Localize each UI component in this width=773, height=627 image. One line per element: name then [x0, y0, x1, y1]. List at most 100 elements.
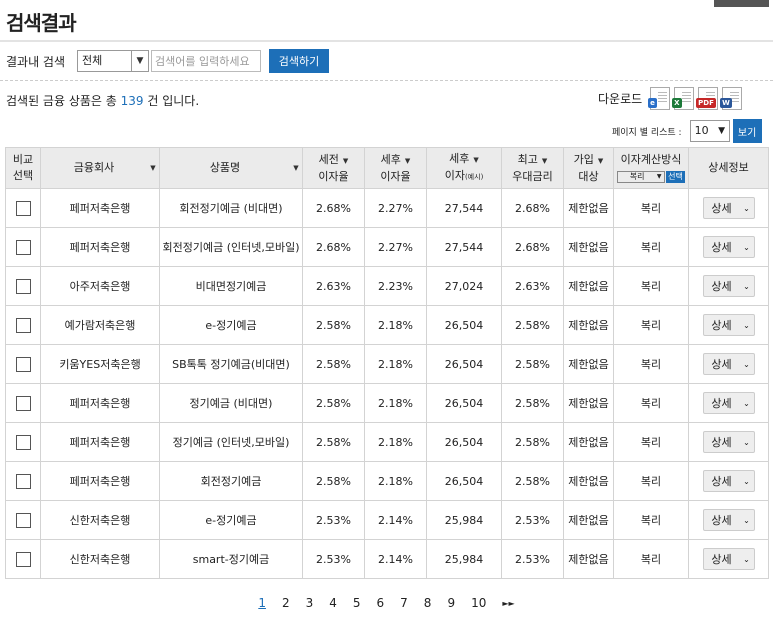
detail-cell: 상세 ⌄: [688, 344, 769, 384]
detail-select[interactable]: 상세 ⌄: [702, 509, 755, 531]
post-tax-interest-cell: 27,544: [426, 188, 502, 228]
per-page-select[interactable]: 10 ▼: [689, 120, 730, 142]
chevron-down-icon: ⌄: [743, 554, 750, 564]
compare-cell: [5, 383, 41, 423]
top-menu-edge[interactable]: [714, 0, 769, 7]
product-cell: e-정기예금: [159, 500, 303, 540]
table-header-row: 비교 선택 금융회사 ▼ 상품명 ▼ 세전 ▼ 이자율 세후 ▼ 이자율 세후 ▼ 이자(예시) …: [5, 147, 769, 189]
excel-icon[interactable]: X: [672, 87, 695, 110]
post-tax-rate-cell: 2.14%: [364, 500, 427, 540]
page-link[interactable]: 7: [400, 596, 408, 612]
chevron-down-icon: ⌄: [743, 242, 750, 252]
compare-checkbox[interactable]: [15, 200, 31, 216]
post-tax-rate-cell: 2.18%: [364, 422, 427, 462]
detail-select[interactable]: 상세 ⌄: [702, 197, 755, 219]
sort-icon: ▼: [150, 164, 156, 172]
post-tax-interest-cell: 25,984: [426, 500, 502, 540]
detail-select[interactable]: 상세 ⌄: [702, 392, 755, 414]
chevron-down-icon: ⌄: [743, 437, 750, 447]
page-link[interactable]: 8: [424, 596, 432, 612]
detail-select[interactable]: 상세 ⌄: [702, 548, 755, 570]
header-post-tax-rate[interactable]: 세후 ▼ 이자율: [364, 147, 427, 189]
compare-checkbox[interactable]: [15, 473, 31, 489]
compare-checkbox[interactable]: [15, 551, 31, 567]
header-pre-tax-rate[interactable]: 세전 ▼ 이자율: [302, 147, 365, 189]
header-max-rate[interactable]: 최고 ▼ 우대금리: [501, 147, 564, 189]
compare-checkbox[interactable]: [15, 395, 31, 411]
compare-checkbox[interactable]: [15, 512, 31, 528]
compare-cell: [5, 344, 41, 384]
word-icon[interactable]: W: [720, 87, 743, 110]
sort-icon: ▼: [597, 156, 604, 165]
page-link[interactable]: 9: [447, 596, 455, 612]
table-row: 페퍼저축은행 정기예금 (비대면) 2.58% 2.18% 26,504 2.58% 제한없…: [5, 383, 769, 423]
ie-html-icon[interactable]: e: [648, 87, 671, 110]
compare-checkbox[interactable]: [15, 239, 31, 255]
compare-checkbox[interactable]: [15, 317, 31, 333]
view-button[interactable]: 보기: [732, 119, 762, 143]
post-tax-rate-cell: 2.18%: [364, 383, 427, 423]
table-row: 신한저축은행 smart-정기예금 2.53% 2.14% 25,984 2.53% 제한없…: [5, 539, 769, 579]
page-link[interactable]: 3: [306, 596, 314, 612]
chevron-down-icon: ⌄: [743, 281, 750, 291]
product-cell: e-정기예금: [159, 305, 303, 345]
page-link[interactable]: 10: [471, 596, 486, 612]
header-company[interactable]: 금융회사 ▼: [40, 147, 160, 189]
pre-tax-rate-cell: 2.63%: [302, 266, 365, 306]
pre-tax-rate-cell: 2.58%: [302, 422, 365, 462]
header-post-tax-interest[interactable]: 세후 ▼ 이자(예시): [426, 147, 502, 189]
table-row: 키움YES저축은행 SB톡톡 정기예금(비대면) 2.58% 2.18% 26,504 2…: [5, 344, 769, 384]
page-link[interactable]: 5: [353, 596, 361, 612]
max-rate-cell: 2.53%: [501, 539, 564, 579]
search-button[interactable]: 검색하기: [269, 49, 330, 73]
detail-cell: 상세 ⌄: [688, 305, 769, 345]
post-tax-interest-cell: 26,504: [426, 422, 502, 462]
result-count: 검색된 금융 상품은 총 139 건 입니다.: [6, 94, 200, 108]
max-rate-cell: 2.68%: [501, 188, 564, 228]
post-tax-interest-cell: 26,504: [426, 305, 502, 345]
post-tax-rate-cell: 2.27%: [364, 227, 427, 267]
detail-select[interactable]: 상세 ⌄: [702, 431, 755, 453]
table-row: 페퍼저축은행 회전정기예금 (비대면) 2.68% 2.27% 27,544 2.68% 제…: [5, 188, 769, 228]
product-cell: smart-정기예금: [159, 539, 303, 579]
compare-checkbox[interactable]: [15, 278, 31, 294]
detail-select[interactable]: 상세 ⌄: [702, 275, 755, 297]
product-cell: 회전정기예금 (비대면): [159, 188, 303, 228]
search-scope-select[interactable]: 전체 ▼: [77, 50, 150, 72]
detail-cell: 상세 ⌄: [688, 500, 769, 540]
post-tax-rate-cell: 2.14%: [364, 539, 427, 579]
compare-checkbox[interactable]: [15, 356, 31, 372]
title-divider: [0, 40, 773, 42]
eligibility-cell: 제한없음: [563, 188, 614, 228]
detail-select[interactable]: 상세 ⌄: [702, 236, 755, 258]
chevron-down-icon: ⌄: [743, 320, 750, 330]
search-input[interactable]: [151, 50, 262, 72]
chevron-down-icon: ⌄: [743, 203, 750, 213]
compare-checkbox[interactable]: [15, 434, 31, 450]
page-link[interactable]: 6: [377, 596, 385, 612]
calc-method-select[interactable]: 복리 ▼: [617, 171, 666, 183]
detail-select[interactable]: 상세 ⌄: [702, 314, 755, 336]
page-link[interactable]: 1: [258, 596, 266, 612]
per-page-control: 페이지 별 리스트 : 10 ▼ 보기: [612, 119, 762, 143]
post-tax-interest-cell: 27,024: [426, 266, 502, 306]
pre-tax-rate-cell: 2.58%: [302, 461, 365, 501]
sort-icon: ▼: [404, 156, 411, 165]
calc-method-button[interactable]: 선택: [666, 171, 685, 183]
header-eligibility[interactable]: 가입 ▼ 대상: [563, 147, 614, 189]
compare-cell: [5, 461, 41, 501]
detail-cell: 상세 ⌄: [688, 227, 769, 267]
header-product[interactable]: 상품명 ▼: [159, 147, 303, 189]
pre-tax-rate-cell: 2.53%: [302, 500, 365, 540]
next-page-icon[interactable]: ►►: [502, 596, 514, 612]
product-cell: SB톡톡 정기예금(비대면): [159, 344, 303, 384]
pdf-icon[interactable]: PDF: [696, 87, 719, 110]
eligibility-cell: 제한없음: [563, 500, 614, 540]
post-tax-interest-cell: 26,504: [426, 461, 502, 501]
detail-select[interactable]: 상세 ⌄: [702, 470, 755, 492]
chevron-down-icon: ⌄: [743, 398, 750, 408]
page-link[interactable]: 4: [329, 596, 337, 612]
page-link[interactable]: 2: [282, 596, 290, 612]
search-label: 결과내 검색: [6, 54, 66, 69]
detail-select[interactable]: 상세 ⌄: [702, 353, 755, 375]
